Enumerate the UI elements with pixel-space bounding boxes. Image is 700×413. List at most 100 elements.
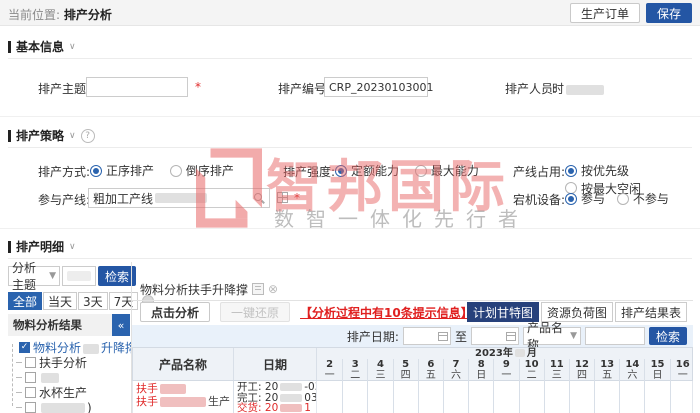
topic-select[interactable]: 分析主题▼ [8, 266, 60, 286]
section-marker [8, 241, 11, 253]
restore-button[interactable]: 一键还原 [220, 302, 290, 322]
range-tab-3days[interactable]: 3天 [78, 292, 108, 310]
tree-item-label[interactable]: 水杯生产 [39, 384, 87, 401]
breadcrumb-label: 当前位置: [8, 8, 60, 22]
analysis-toolbar: 点击分析 一键还原 【分析过程中有10条提示信息】 [140, 302, 473, 322]
tree-item[interactable]: ) [12, 400, 130, 413]
code-input[interactable]: CRP_20230103001 [324, 77, 428, 97]
gantt-day-cell [544, 381, 569, 413]
radio-downtime-exclude[interactable]: 不参与 [617, 190, 669, 207]
capacity-label: 排产强度: [283, 163, 335, 180]
scheduling-analysis-page: 当前位置: 排产分析 生产订单 保存 基本信息 ∨ 排产主题: * 排产编号: … [0, 0, 700, 413]
checkbox-icon[interactable] [25, 372, 36, 383]
tree-branch-line [16, 362, 22, 363]
search-icon[interactable] [254, 193, 265, 204]
analysis-notice-link[interactable]: 【分析过程中有10条提示信息】 [300, 304, 473, 321]
analysis-tab-title[interactable]: 物料分析扶手升降撑 [140, 281, 248, 298]
topic-search-input[interactable] [62, 266, 96, 286]
tree-item-label[interactable]: ) [39, 401, 92, 413]
line-input[interactable]: 粗加工产线 [88, 188, 270, 208]
deliver-label: 交货: [237, 402, 262, 413]
tree-branch-line [16, 407, 22, 408]
view-tab-result[interactable]: 排产结果表 [615, 302, 687, 322]
day-column-header: 13五 [594, 359, 619, 381]
org-picker-icon[interactable] [277, 192, 288, 203]
section-marker [8, 41, 11, 53]
chevron-down-icon[interactable]: ∨ [69, 131, 76, 141]
calendar-icon[interactable] [506, 332, 516, 341]
section-detail-header: 排产明细 ∨ [8, 238, 76, 255]
watermark-brand: 智邦国际 [266, 142, 510, 223]
radio-quota-capacity[interactable]: 定额能力 [335, 162, 399, 179]
product-column-header: 产品名称 [133, 348, 233, 380]
date-to-input[interactable] [471, 327, 519, 345]
checkbox-icon[interactable] [25, 402, 36, 413]
checkbox-icon[interactable] [25, 357, 36, 368]
product-field-select[interactable]: 产品名称▼ [523, 327, 581, 345]
redacted-text [280, 404, 302, 412]
help-icon[interactable]: ? [81, 129, 95, 143]
date-to-label: 至 [455, 328, 467, 345]
collapse-panel-button[interactable]: « [112, 314, 130, 336]
redacted-text [160, 384, 186, 394]
tree-item-label[interactable] [39, 371, 61, 385]
gantt-day-cell [443, 381, 468, 413]
gantt-day-cell [619, 381, 644, 413]
required-asterisk: * [294, 191, 300, 205]
range-tab-all[interactable]: 全部 [8, 292, 42, 310]
radio-selected-icon [565, 165, 577, 177]
deliver-value: 20 [265, 402, 278, 413]
tree-item[interactable]: 扶手分析 [12, 355, 130, 370]
product-search-input[interactable] [585, 327, 645, 345]
gantt-table: 产品名称 日期 2023年月 2一3二4三5四6五7六8日9一10二11三12四… [132, 347, 693, 413]
chevron-down-icon[interactable]: ∨ [69, 242, 76, 252]
year-text: 2023年 [475, 348, 513, 359]
radio-label: 定额能力 [351, 162, 399, 179]
date-from-input[interactable] [403, 327, 451, 345]
topic-select-value: 分析主题 [12, 259, 47, 293]
section-basic-header: 基本信息 ∨ [8, 38, 76, 55]
analysis-tab-bar: 物料分析扶手升降撑 ⊗ [132, 278, 693, 301]
copy-icon[interactable] [252, 283, 264, 295]
section-strategy-title: 排产策略 [16, 127, 64, 144]
radio-downtime-join[interactable]: 参与 [565, 190, 605, 207]
close-tab-icon[interactable]: ⊗ [268, 282, 278, 296]
gantt-day-cell [644, 381, 669, 413]
product-name-suffix: 生产 [208, 395, 230, 408]
tree-item[interactable]: ✓物料分析升降撑 [12, 340, 130, 355]
result-title: 物料分析结果 [13, 317, 82, 333]
calendar-icon[interactable] [438, 332, 448, 341]
tree-item[interactable]: 水杯生产 [12, 385, 130, 400]
analyze-button[interactable]: 点击分析 [140, 302, 210, 322]
gantt-header: 产品名称 日期 2023年月 2一3二4三5四6五7六8日9一10二11三12四… [132, 347, 693, 381]
range-tab-today[interactable]: 当天 [43, 292, 77, 310]
method-label: 排产方式: [38, 163, 90, 180]
redacted-text [83, 344, 99, 354]
radio-max-capacity[interactable]: 最大能力 [415, 162, 479, 179]
radio-selected-icon [565, 193, 577, 205]
gantt-day-cell [418, 381, 443, 413]
save-button[interactable]: 保存 [646, 3, 692, 23]
subject-field-label: 排产主题: [38, 80, 90, 97]
subject-input[interactable] [86, 77, 188, 97]
radio-by-priority[interactable]: 按优先级 [565, 162, 629, 179]
checkbox-icon[interactable] [25, 387, 36, 398]
redacted-text [41, 403, 85, 413]
day-column-header: 10二 [519, 359, 544, 381]
day-column-header: 2一 [317, 359, 342, 381]
radio-label: 按优先级 [581, 162, 629, 179]
radio-icon [617, 193, 629, 205]
production-order-button[interactable]: 生产订单 [570, 3, 640, 23]
product-cell[interactable]: 扶手 扶手生产 [133, 381, 233, 413]
checkbox-checked-icon[interactable]: ✓ [19, 342, 30, 353]
code-field-label: 排产编号: [278, 80, 330, 97]
date-range-label: 排产日期: [347, 328, 399, 345]
line-value: 粗加工产线 [93, 190, 153, 207]
radio-forward[interactable]: 正序排产 [90, 162, 154, 179]
tree-item-label[interactable]: 扶手分析 [39, 354, 87, 371]
chevron-down-icon[interactable]: ∨ [69, 42, 76, 52]
radio-backward[interactable]: 倒序排产 [170, 162, 234, 179]
gantt-search-button[interactable]: 检索 [649, 327, 687, 345]
top-actions: 生产订单 保存 [570, 3, 692, 23]
tree-item[interactable] [12, 370, 130, 385]
